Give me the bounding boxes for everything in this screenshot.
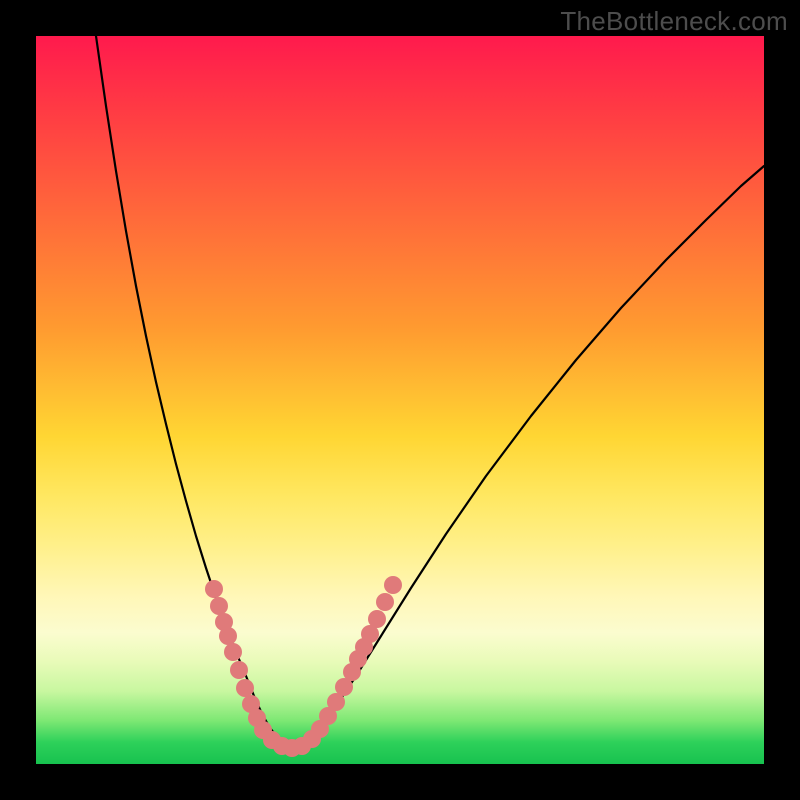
curve-dots-group (205, 576, 402, 757)
chart-plot-area (36, 36, 764, 764)
curve-dot (219, 627, 237, 645)
curve-dot (205, 580, 223, 598)
watermark-text: TheBottleneck.com (560, 6, 788, 37)
chart-svg (36, 36, 764, 764)
chart-frame: TheBottleneck.com (0, 0, 800, 800)
bottleneck-curve (96, 36, 764, 747)
curve-dot (210, 597, 228, 615)
curve-dot (368, 610, 386, 628)
curve-dot (230, 661, 248, 679)
curve-dot (376, 593, 394, 611)
curve-dot (384, 576, 402, 594)
curve-dot (236, 679, 254, 697)
curve-dot (224, 643, 242, 661)
